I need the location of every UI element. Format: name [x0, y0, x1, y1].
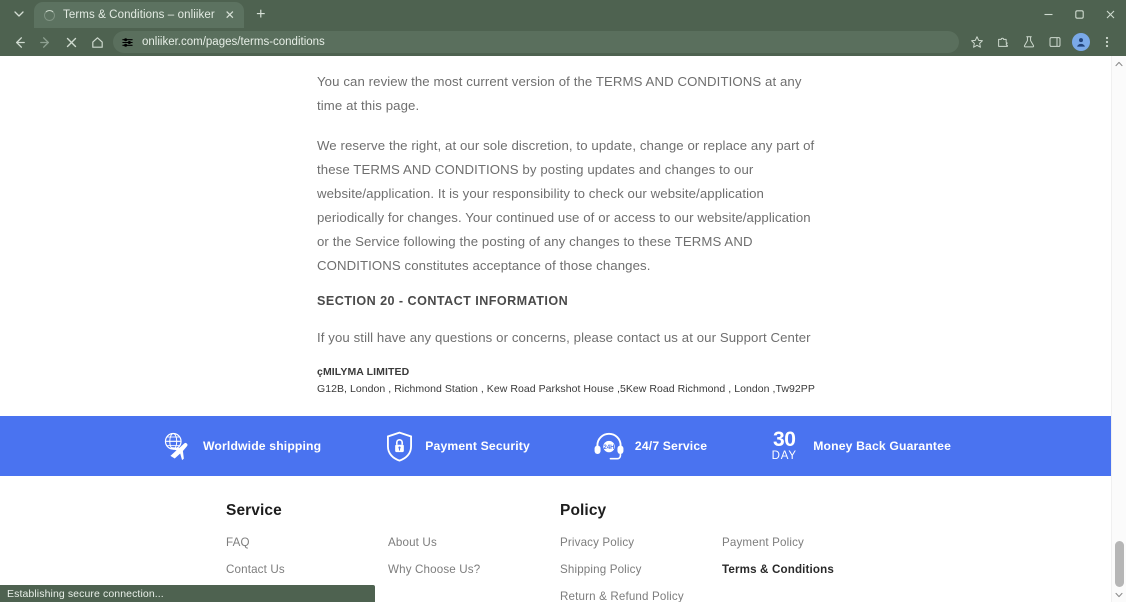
site-footer: Service FAQ Contact Us Intellectual Prop… [0, 476, 1111, 602]
forward-button[interactable] [32, 29, 58, 55]
toolbar-actions [964, 29, 1120, 55]
banner-item-money-back-guarantee: 30 DAY Money Back Guarantee [764, 429, 951, 463]
scrollbar-thumb[interactable] [1115, 541, 1124, 587]
tab-title: Terms & Conditions – onliiker [63, 9, 215, 21]
close-window-button[interactable] [1095, 0, 1126, 28]
paragraph: You can review the most current version … [317, 74, 802, 113]
side-panel-icon[interactable] [1042, 29, 1068, 55]
browser-window: Terms & Conditions – onliiker ✕ + onliik… [0, 0, 1126, 602]
footer-link-faq[interactable]: FAQ [226, 536, 388, 549]
back-button[interactable] [6, 29, 32, 55]
banner-label: 24/7 Service [634, 439, 708, 453]
globe-airplane-icon [160, 429, 194, 463]
30-day-unit: DAY [771, 450, 797, 463]
bookmark-star-icon[interactable] [964, 29, 990, 55]
loading-spinner-icon [43, 9, 56, 22]
banner-item-24-7-service: 24H 24/7 Service [592, 429, 707, 463]
url-text: onliiker.com/pages/terms-conditions [142, 36, 325, 48]
browser-tab[interactable]: Terms & Conditions – onliiker ✕ [34, 2, 244, 28]
footer-link-shipping-policy[interactable]: Shipping Policy [560, 563, 722, 576]
footer-link-return-refund-policy[interactable]: Return & Refund Policy [560, 590, 722, 602]
browser-toolbar: onliiker.com/pages/terms-conditions [0, 28, 1126, 56]
footer-column-heading: Service [226, 502, 282, 519]
company-address: G12B, London , Richmond Station , Kew Ro… [317, 383, 815, 395]
footer-link-why-choose-us[interactable]: Why Choose Us? [388, 563, 560, 576]
footer-column-heading: Policy [560, 502, 607, 519]
scroll-up-arrow-icon[interactable] [1112, 56, 1126, 71]
headset-24h-icon: 24H [592, 429, 626, 463]
banner-label: Money Back Guarantee [813, 439, 951, 453]
tune-sliders-icon[interactable] [120, 35, 135, 50]
close-icon[interactable]: ✕ [222, 7, 238, 23]
footer-link-about-us[interactable]: About Us [388, 536, 560, 549]
footer-column-service-secondary: About Us Why Choose Us? [388, 502, 560, 602]
tab-search-chevron-down-icon[interactable] [6, 1, 32, 27]
30-day-icon: 30 DAY [764, 429, 804, 463]
status-bar: Establishing secure connection... [0, 585, 375, 602]
svg-text:24H: 24H [603, 445, 614, 451]
banner-label: Payment Security [425, 439, 530, 453]
scroll-down-arrow-icon[interactable] [1112, 587, 1126, 602]
footer-column-policy: Policy Privacy Policy Shipping Policy Re… [560, 502, 722, 602]
chrome-menu-icon[interactable] [1094, 29, 1120, 55]
footer-link-contact-us[interactable]: Contact Us [226, 563, 388, 576]
company-name: çMILYMA LIMITED [317, 366, 410, 378]
scrollbar-track[interactable] [1112, 71, 1126, 587]
paragraph: We reserve the right, at our sole discre… [317, 138, 815, 273]
new-tab-button[interactable]: + [248, 2, 274, 28]
maximize-button[interactable] [1064, 0, 1095, 28]
banner-item-payment-security: Payment Security [382, 429, 530, 463]
footer-link-payment-policy[interactable]: Payment Policy [722, 536, 884, 549]
tab-strip: Terms & Conditions – onliiker ✕ + [0, 0, 1126, 28]
address-bar[interactable]: onliiker.com/pages/terms-conditions [113, 31, 959, 53]
banner-label: Worldwide shipping [202, 439, 322, 453]
footer-column-policy-secondary: Payment Policy Terms & Conditions [722, 502, 884, 602]
shield-lock-icon [382, 429, 416, 463]
footer-link-privacy-policy[interactable]: Privacy Policy [560, 536, 722, 549]
home-button[interactable] [84, 29, 110, 55]
banner-item-worldwide-shipping: Worldwide shipping [160, 429, 321, 463]
window-controls [1033, 0, 1126, 28]
vertical-scrollbar[interactable] [1111, 56, 1126, 602]
terms-content: You can review the most current version … [0, 56, 1111, 395]
stop-loading-button[interactable] [58, 29, 84, 55]
footer-link-terms-conditions[interactable]: Terms & Conditions [722, 563, 884, 576]
minimize-button[interactable] [1033, 0, 1064, 28]
extensions-puzzle-icon[interactable] [990, 29, 1016, 55]
profile-avatar-icon[interactable] [1068, 29, 1094, 55]
contact-line: If you still have any questions or conce… [317, 330, 811, 345]
trust-banner: Worldwide shipping Payment Security 24H … [0, 416, 1111, 476]
web-page: You can review the most current version … [0, 56, 1111, 602]
30-day-number: 30 [773, 428, 796, 452]
page-viewport: You can review the most current version … [0, 56, 1126, 602]
section-heading: SECTION 20 - CONTACT INFORMATION [317, 294, 569, 308]
labs-flask-icon[interactable] [1016, 29, 1042, 55]
